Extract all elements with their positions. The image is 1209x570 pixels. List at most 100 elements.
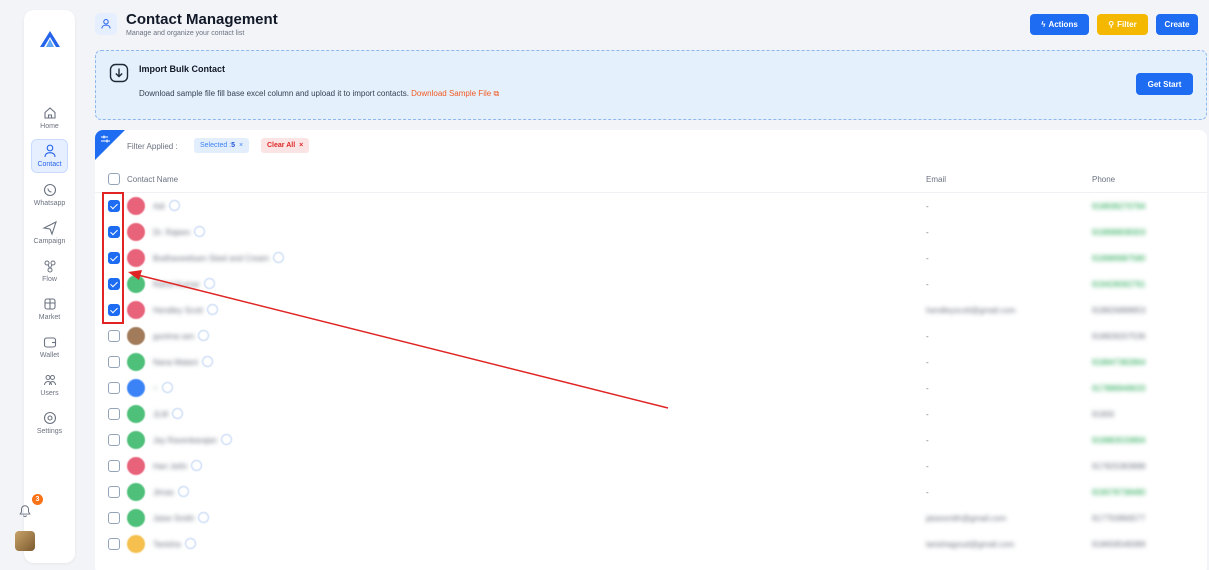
verified-icon [185, 538, 196, 549]
table-row[interactable]: Jaise Smith jaisesmith@gmail.com 917750866… [95, 506, 1207, 532]
users-icon [43, 375, 56, 386]
contact-name[interactable]: Bodhaveettuen Steel and Cream [153, 254, 269, 263]
wallet-icon [43, 337, 56, 348]
row-checkbox[interactable] [108, 356, 120, 368]
table-row[interactable]: Bodhaveettuen Steel and Cream - 9189899875… [95, 246, 1207, 272]
contact-name[interactable]: JLM [153, 410, 168, 419]
contact-phone: 919883533894 [1092, 436, 1146, 445]
create-button[interactable]: Create [1156, 14, 1198, 35]
row-checkbox[interactable] [108, 486, 120, 498]
table-row[interactable]: gunima sen - 918828207536 [95, 324, 1207, 350]
verified-icon [204, 278, 215, 289]
filter-icon: ⚲ [1108, 20, 1115, 29]
verified-icon [198, 512, 209, 523]
contact-name[interactable]: Hari Jethi [153, 462, 187, 471]
contact-name[interactable]: ~ [153, 384, 158, 393]
row-checkbox[interactable] [108, 512, 120, 524]
row-checkbox[interactable] [108, 382, 120, 394]
contact-name[interactable]: Hendley Scott [153, 306, 203, 315]
table-row[interactable]: Dr. Rajeev - 919898838303 [95, 220, 1207, 246]
chip-close-icon[interactable]: × [239, 142, 243, 149]
settings-icon [43, 411, 56, 425]
market-icon [43, 298, 56, 310]
contact-header-icon [95, 13, 117, 35]
sidebar-item-market[interactable]: Market [24, 296, 75, 330]
sidebar-item-home[interactable]: Home [24, 105, 75, 139]
contact-name[interactable]: Tanisha [153, 540, 181, 549]
selected-chip-label: Selected : [200, 142, 232, 149]
filter-applied-label: Filter Applied : [127, 142, 178, 151]
table-row[interactable]: Rahul Kumar - 919428092791 [95, 272, 1207, 298]
column-header-email[interactable]: Email [926, 175, 946, 184]
contact-avatar [127, 431, 145, 449]
filter-button[interactable]: ⚲ Filter [1097, 14, 1148, 35]
table-row[interactable]: Hendley Scott hendleyscott@gmail.com 91882… [95, 298, 1207, 324]
sidebar-item-campaign[interactable]: Campaign [24, 220, 75, 254]
row-checkbox[interactable] [108, 408, 120, 420]
selected-filter-chip[interactable]: Selected :5 × [194, 138, 250, 153]
table-row[interactable]: JLM - 91900 [95, 402, 1207, 428]
contact-email: - [926, 384, 929, 393]
contact-name[interactable]: Rahul Kumar [153, 280, 200, 289]
sidebar-item-label: Whatsapp [33, 200, 66, 207]
select-all-checkbox[interactable] [108, 173, 120, 185]
row-checkbox[interactable] [108, 330, 120, 342]
row-checkbox[interactable] [108, 538, 120, 550]
verified-icon [169, 200, 180, 211]
contact-name[interactable]: Jimas [153, 488, 174, 497]
table-row[interactable]: Jimas - 919078738480 [95, 480, 1207, 506]
table-row[interactable]: Adi - 918838270794 [95, 194, 1207, 220]
contact-phone: 918847382864 [1092, 358, 1146, 367]
verified-icon [194, 226, 205, 237]
table-row[interactable]: Tanisha tanishagoud@gmail.com 918658548389 [95, 532, 1207, 558]
user-avatar[interactable] [15, 531, 35, 551]
sidebar-item-label: Contact [37, 161, 62, 168]
contact-name[interactable]: Jaise Smith [153, 514, 194, 523]
contact-name[interactable]: gunima sen [153, 332, 194, 341]
contact-email: hendleyscott@gmail.com [926, 306, 1016, 315]
verified-icon [207, 304, 218, 315]
contact-avatar [127, 535, 145, 553]
actions-label: Actions [1048, 20, 1078, 29]
bell-icon[interactable] [18, 503, 32, 519]
download-sample-link[interactable]: Download Sample File ⧉ [411, 89, 499, 98]
contact-phone: 919428092791 [1092, 280, 1146, 289]
flow-icon [44, 260, 55, 273]
contact-phone: 91900 [1092, 410, 1115, 419]
row-checkbox[interactable] [108, 460, 120, 472]
contact-name[interactable]: Nana Malani [153, 358, 198, 367]
sidebar-item-label: Flow [42, 276, 57, 283]
sidebar-item-wallet[interactable]: Wallet [24, 334, 75, 368]
table-row[interactable]: Nana Malani - 918847382864 [95, 350, 1207, 376]
column-header-phone[interactable]: Phone [1092, 175, 1115, 184]
sidebar-item-flow[interactable]: Flow [24, 258, 75, 292]
sidebar-item-whatsapp[interactable]: Whatsapp [24, 182, 75, 216]
sidebar-item-contact[interactable]: Contact [24, 139, 75, 177]
contact-avatar [127, 483, 145, 501]
row-checkbox[interactable] [108, 434, 120, 446]
get-start-button[interactable]: Get Start [1136, 73, 1193, 95]
clear-all-chip[interactable]: Clear All × [261, 138, 310, 153]
table-row[interactable]: ~ - 917888948633 [95, 376, 1207, 402]
contact-name[interactable]: Adi [153, 202, 165, 211]
contact-phone: 917750866577 [1092, 514, 1146, 523]
banner-title: Import Bulk Contact [139, 64, 226, 74]
verified-icon [162, 382, 173, 393]
column-header-name[interactable]: Contact Name [127, 175, 178, 184]
contact-phone: 919898838303 [1092, 228, 1146, 237]
table-row[interactable]: Hari Jethi - 917825383888 [95, 454, 1207, 480]
contact-email: - [926, 228, 929, 237]
actions-button[interactable]: ϟ Actions [1030, 14, 1089, 35]
verified-icon [221, 434, 232, 445]
contact-email: tanishagoud@gmail.com [926, 540, 1015, 549]
clear-all-label: Clear All [267, 142, 296, 149]
table-row[interactable]: Jay Ravenkarajan - 919883533894 [95, 428, 1207, 454]
sidebar-item-users[interactable]: Users [24, 372, 75, 406]
whatsapp-icon [43, 183, 56, 197]
sidebar-item-settings[interactable]: Settings [24, 410, 75, 444]
contact-phone: 919078738480 [1092, 488, 1146, 497]
contact-name[interactable]: Dr. Rajeev [153, 228, 190, 237]
clear-close-icon[interactable]: × [299, 142, 303, 149]
contact-name[interactable]: Jay Ravenkarajan [153, 436, 217, 445]
contact-avatar [127, 197, 145, 215]
